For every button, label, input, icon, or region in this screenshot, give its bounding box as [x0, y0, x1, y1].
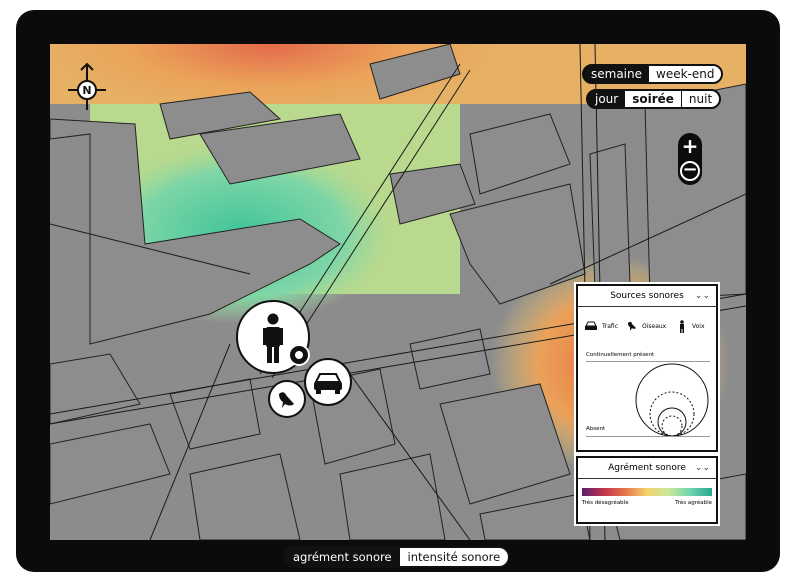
option-soiree[interactable]: soirée: [625, 91, 681, 107]
car-icon: [585, 321, 597, 330]
zoom-out-button[interactable]: −: [680, 161, 700, 181]
compass-label: N: [82, 84, 91, 97]
person-icon: [680, 320, 684, 333]
source-label-trafic: Trafic: [602, 323, 619, 330]
option-nuit[interactable]: nuit: [680, 91, 720, 107]
agrement-panel: Agrément sonore ⌄⌄ Très désagréable Très…: [576, 456, 718, 524]
bird-icon: [279, 392, 294, 408]
time-of-day-toggle: jour soirée nuit: [586, 89, 722, 109]
car-marker[interactable]: [304, 358, 352, 406]
source-label-oiseaux: Oiseaux: [642, 323, 667, 330]
option-week-end[interactable]: week-end: [649, 66, 722, 82]
sources-legend: Trafic Oiseaux Voix: [582, 320, 712, 334]
agrement-color-scale: [582, 488, 712, 496]
chevron-down-icon[interactable]: ⌄⌄: [695, 458, 710, 478]
sources-bubble-diagram: [635, 363, 709, 437]
agrement-panel-title: Agrément sonore: [608, 463, 686, 473]
source-label-voix: Voix: [692, 323, 705, 330]
bird-icon: [628, 321, 636, 331]
bird-marker[interactable]: [268, 380, 306, 418]
period-toggle: semaine week-end: [582, 64, 724, 84]
chevron-down-icon[interactable]: ⌄⌄: [695, 286, 710, 306]
zoom-control: + −: [678, 133, 702, 185]
agrement-panel-header[interactable]: Agrément sonore ⌄⌄: [578, 458, 716, 479]
car-icon: [314, 373, 342, 394]
label-absent: Absent: [586, 426, 606, 432]
option-jour[interactable]: jour: [588, 91, 626, 107]
tab-agrement-sonore[interactable]: agrément sonore: [285, 548, 400, 566]
tab-intensite-sonore[interactable]: intensité sonore: [399, 548, 509, 566]
label-tres-desagreable: Très désagréable: [582, 500, 629, 506]
bottom-axis-line: [586, 436, 710, 437]
option-semaine[interactable]: semaine: [584, 66, 649, 82]
label-tres-agreable: Très agréable: [675, 500, 712, 506]
sources-panel: Sources sonores ⌄⌄ Trafic Oiseaux Voix C…: [576, 284, 718, 452]
zoom-in-button[interactable]: +: [680, 136, 700, 156]
compass-icon[interactable]: N: [66, 62, 108, 112]
layer-tabs: agrément sonore intensité sonore: [283, 546, 511, 568]
sources-panel-title: Sources sonores: [610, 291, 684, 301]
sources-panel-header[interactable]: Sources sonores ⌄⌄: [578, 286, 716, 307]
